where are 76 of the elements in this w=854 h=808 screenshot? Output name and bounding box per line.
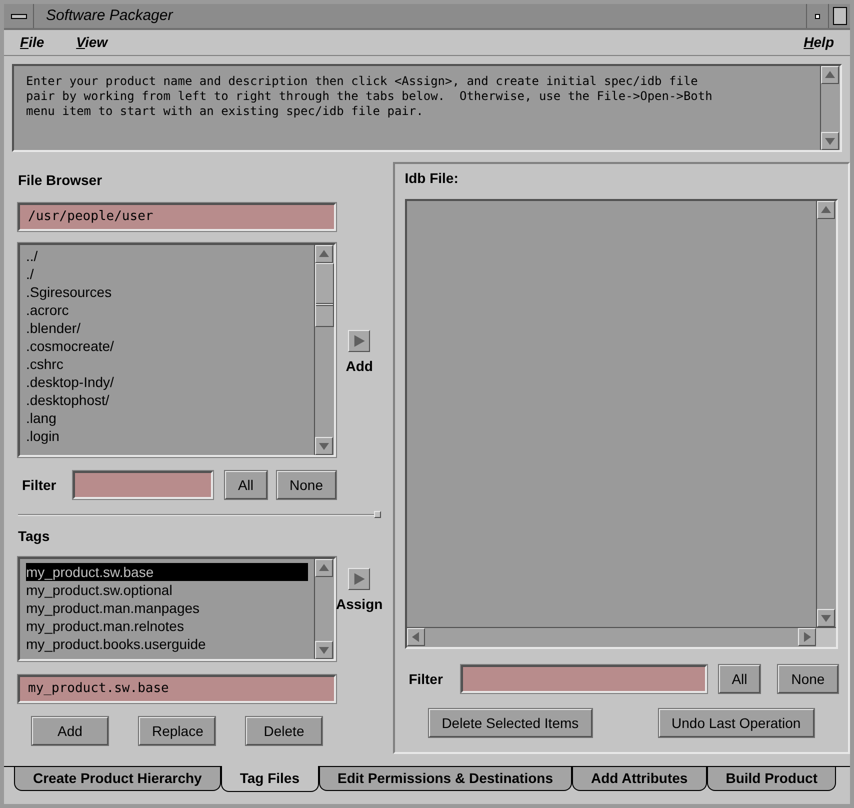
triangle-up-icon	[318, 248, 330, 260]
tag-list-item[interactable]: my_product.man.relnotes	[26, 617, 308, 635]
filter-field[interactable]	[460, 665, 707, 693]
filter-label: Filter	[22, 476, 58, 494]
scrollbar-corner	[816, 628, 836, 647]
none-button[interactable]: None	[276, 471, 336, 499]
file-list-item[interactable]: .lang	[26, 409, 308, 427]
file-list-item[interactable]: .login	[26, 427, 308, 445]
tab[interactable]: Add Attributes	[572, 767, 707, 791]
triangle-down-icon	[820, 612, 832, 624]
tab[interactable]: Tag Files	[220, 766, 318, 792]
triangle-up-icon	[820, 204, 832, 216]
tag-list-item[interactable]: my_product.man.manpages	[26, 599, 308, 617]
all-button[interactable]: All	[224, 471, 267, 499]
window-title: Software Packager	[46, 6, 174, 26]
filter-label: Filter	[408, 670, 444, 688]
tag-field[interactable]: my_product.sw.base	[18, 675, 336, 703]
tab[interactable]: Edit Permissions & Destinations	[318, 767, 572, 791]
tag-list-item[interactable]: my_product.sw.base	[26, 563, 308, 581]
tag-list-item[interactable]: my_product.sw.optional	[26, 581, 308, 599]
message-text: Enter your product name and description then click <Assign>, and create initial spec/idb file pair by working from left to right through the tabs below. Otherwise, use the File->Open->Both menu item to start with an existing spec/idb file pair.	[25, 73, 714, 120]
all-button[interactable]: All	[718, 665, 760, 693]
scroll-up-button[interactable]	[315, 559, 333, 577]
menu-item[interactable]: View	[76, 32, 108, 53]
idb-action-button[interactable]: Delete Selected Items	[428, 709, 592, 737]
triangle-down-icon	[318, 644, 330, 656]
triangle-down-icon	[824, 135, 836, 147]
scroll-left-button[interactable]	[406, 628, 425, 646]
scroll-down-button[interactable]	[816, 609, 835, 627]
scroll-up-button[interactable]	[816, 201, 835, 219]
none-button[interactable]: None	[778, 665, 838, 693]
maximize-button[interactable]	[828, 4, 850, 28]
scroll-down-button[interactable]	[315, 437, 333, 455]
scrollbar-thumb[interactable]	[315, 263, 334, 327]
idb-action-button[interactable]: Undo Last Operation	[658, 709, 814, 737]
minimize-icon	[815, 14, 820, 18]
triangle-up-icon	[318, 562, 330, 574]
add-arrow-button[interactable]	[348, 330, 370, 352]
scroll-down-button[interactable]	[821, 132, 839, 150]
sash-handle[interactable]	[374, 511, 381, 518]
tab[interactable]: Create Product Hierarchy	[14, 767, 221, 791]
section-heading: Idb File:	[404, 169, 460, 188]
play-arrow-icon	[352, 572, 366, 586]
arrow-button-label: Assign	[336, 595, 383, 614]
section-heading: File Browser	[18, 171, 104, 190]
file-list-item[interactable]: .blender/	[26, 319, 308, 337]
file-list-item[interactable]: .cshrc	[26, 355, 308, 373]
section-heading: Tags	[18, 527, 51, 546]
tag-action-button[interactable]: Add	[32, 717, 108, 745]
tag-list-item[interactable]: my_product.books.userguide	[26, 635, 308, 653]
scroll-down-button[interactable]	[315, 641, 333, 659]
scroll-up-button[interactable]	[315, 245, 333, 263]
scroll-right-button[interactable]	[798, 628, 816, 646]
file-list-item[interactable]: .desktophost/	[26, 391, 308, 409]
file-list-item[interactable]: .acrorc	[26, 301, 308, 319]
tag-action-button[interactable]: Replace	[139, 717, 215, 745]
window-menu-icon	[10, 14, 26, 18]
menu-item[interactable]: Help	[804, 32, 834, 53]
arrow-button-label: Add	[346, 357, 373, 376]
filter-field[interactable]	[72, 471, 213, 499]
maximize-icon	[832, 7, 846, 25]
file-list-item[interactable]: .cosmocreate/	[26, 337, 308, 355]
triangle-down-icon	[318, 440, 330, 452]
file-list-item[interactable]: ../	[26, 247, 308, 265]
assign-arrow-button[interactable]	[348, 568, 370, 590]
triangle-left-icon	[410, 631, 422, 643]
file-list-item[interactable]: .Sgiresources	[26, 283, 308, 301]
file-list-item[interactable]: .desktop-Indy/	[26, 373, 308, 391]
tab[interactable]: Build Product	[706, 767, 836, 791]
scroll-up-button[interactable]	[821, 66, 839, 84]
play-arrow-icon	[352, 334, 366, 348]
triangle-up-icon	[824, 69, 836, 81]
menu-item[interactable]: File	[20, 32, 44, 53]
path-field[interactable]: /usr/people/user	[18, 203, 336, 231]
tag-action-button[interactable]: Delete	[246, 717, 322, 745]
file-list-item[interactable]: ./	[26, 265, 308, 283]
